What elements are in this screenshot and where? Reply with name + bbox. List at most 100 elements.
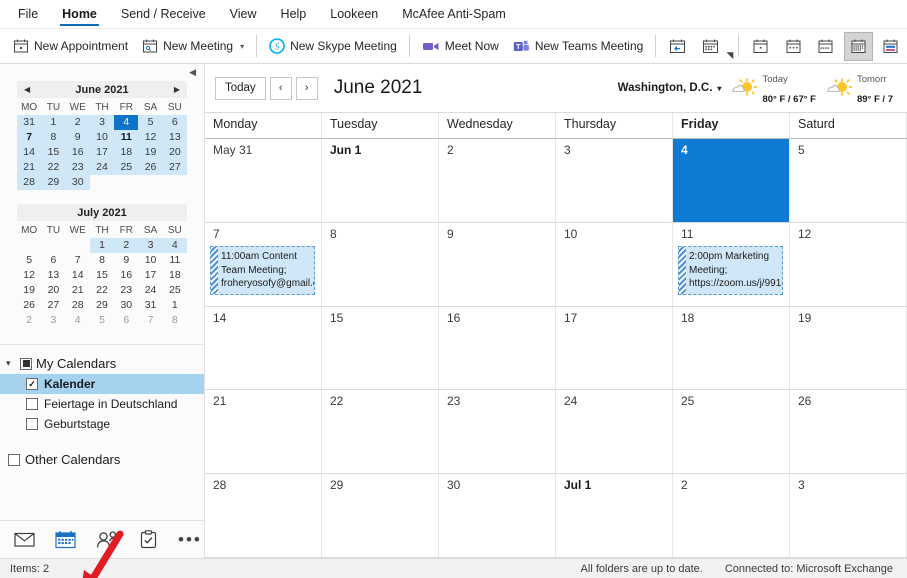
calendar-day-cell[interactable]: 3 (556, 139, 673, 222)
calendar-checkbox-kalender[interactable]: ✓ (26, 378, 38, 390)
mini-calendar-day[interactable]: 6 (114, 313, 138, 328)
calendar-day-cell[interactable]: 30 (439, 474, 556, 557)
calendar-day-cell[interactable]: 16 (439, 307, 556, 390)
mini-calendar-day[interactable]: 1 (90, 238, 114, 253)
mini-calendar-day[interactable]: 2 (114, 238, 138, 253)
mini-calendar-day[interactable]: 9 (66, 130, 90, 145)
mini-calendar-day[interactable]: 30 (66, 175, 90, 190)
calendar-day-cell[interactable]: 23 (439, 390, 556, 473)
month-grid[interactable]: May 31Jun 12345711:00am Content Team Mee… (205, 139, 907, 558)
mini-calendar-day[interactable]: 20 (163, 145, 187, 160)
mini-calendar-day[interactable]: 8 (41, 130, 65, 145)
mini-calendar-day[interactable]: 25 (163, 283, 187, 298)
mini-calendar-day[interactable]: 23 (66, 160, 90, 175)
calendar-day-cell[interactable]: 26 (790, 390, 907, 473)
mini-calendar-day[interactable]: 7 (138, 313, 162, 328)
previous-month-button[interactable]: ‹ (270, 77, 292, 100)
calendar-day-cell[interactable]: 711:00am Content Team Meeting; froheryos… (205, 223, 322, 306)
mini-calendar-day[interactable]: 5 (138, 115, 162, 130)
mini-calendar-day[interactable]: 5 (90, 313, 114, 328)
mini-calendar-day[interactable]: 20 (41, 283, 65, 298)
mini-calendar-day[interactable]: 23 (114, 283, 138, 298)
menu-item-home[interactable]: Home (50, 0, 109, 29)
my-calendars-checkbox[interactable] (20, 358, 32, 370)
mini-calendar-day[interactable]: 8 (90, 253, 114, 268)
other-calendars-checkbox[interactable] (8, 454, 20, 466)
calendar-item-geburtstage[interactable]: Geburtstage (0, 414, 204, 434)
mini-calendar-day[interactable]: 29 (90, 298, 114, 313)
chevron-down-icon[interactable]: ▾ (717, 84, 721, 93)
people-icon[interactable] (96, 531, 119, 549)
work-week-view-button[interactable] (779, 32, 808, 61)
calendar-day-cell[interactable]: 17 (556, 307, 673, 390)
calendar-item-kalender[interactable]: ✓ Kalender (0, 374, 204, 394)
mini-calendar-day[interactable]: 22 (41, 160, 65, 175)
calendar-day-cell[interactable]: May 31 (205, 139, 322, 222)
menu-item-mcafee-anti-spam[interactable]: McAfee Anti-Spam (390, 0, 518, 29)
calendar-day-cell[interactable]: Jul 1 (556, 474, 673, 557)
week-view-button[interactable] (811, 32, 840, 61)
mini-calendar-day[interactable]: 21 (66, 283, 90, 298)
mini-calendar-day[interactable]: 6 (41, 253, 65, 268)
new-appointment-button[interactable]: New Appointment (6, 32, 135, 61)
weather-location-selector[interactable]: Washington, D.C. ▾ (618, 82, 722, 94)
menu-item-view[interactable]: View (218, 0, 269, 29)
tasks-icon[interactable] (139, 530, 158, 549)
new-teams-meeting-button[interactable]: T New Teams Meeting (506, 32, 651, 61)
calendar-day-cell[interactable]: 12 (790, 223, 907, 306)
mini-calendar-day[interactable]: 4 (114, 115, 138, 130)
calendar-day-cell[interactable]: 14 (205, 307, 322, 390)
mini-calendar-day[interactable]: 12 (17, 268, 41, 283)
mini-calendar-day[interactable]: 16 (66, 145, 90, 160)
mini-calendar-day[interactable]: 14 (66, 268, 90, 283)
mini-calendar-day[interactable]: 3 (41, 313, 65, 328)
chevron-down-icon[interactable]: ▾ (6, 358, 16, 369)
schedule-view-button[interactable] (877, 32, 906, 61)
go-to-today-button[interactable] (663, 32, 692, 61)
calendar-day-cell[interactable]: 29 (322, 474, 439, 557)
mini-calendar-day[interactable]: 29 (41, 175, 65, 190)
mini-calendar-day[interactable]: 7 (66, 253, 90, 268)
mini-calendar-day[interactable]: 24 (90, 160, 114, 175)
calendar-day-cell[interactable]: Jun 1 (322, 139, 439, 222)
new-skype-meeting-button[interactable]: S New Skype Meeting (262, 32, 404, 61)
next-7-days-button[interactable] (696, 32, 725, 61)
more-options-button[interactable]: ••• (178, 535, 202, 545)
mini-calendar-day[interactable]: 31 (138, 298, 162, 313)
mini-calendar-day[interactable]: 28 (17, 175, 41, 190)
mini-calendar-day[interactable]: 26 (17, 298, 41, 313)
mini-calendar-day[interactable]: 3 (90, 115, 114, 130)
mini-calendar-day[interactable]: 22 (90, 283, 114, 298)
mini-calendar-day[interactable]: 11 (163, 253, 187, 268)
day-view-button[interactable] (746, 32, 775, 61)
mini-calendar-day[interactable]: 16 (114, 268, 138, 283)
mini-calendar-day[interactable]: 2 (17, 313, 41, 328)
calendar-day-cell[interactable]: 112:00pm Marketing Meeting; https://zoom… (673, 223, 790, 306)
mini-calendar-day[interactable]: 1 (163, 298, 187, 313)
mini-calendar-day[interactable]: 27 (163, 160, 187, 175)
mini-calendar-june-grid[interactable]: 3112345678910111213141516171819202122232… (17, 115, 187, 190)
next-month-button[interactable]: › (296, 77, 318, 100)
mini-calendar-day[interactable]: 28 (66, 298, 90, 313)
mini-calendar-day[interactable]: 13 (163, 130, 187, 145)
my-calendars-group[interactable]: ▾ My Calendars (0, 353, 204, 374)
mini-calendar-day[interactable]: 15 (41, 145, 65, 160)
mail-icon[interactable] (14, 531, 35, 548)
mini-calendar-day[interactable]: 10 (90, 130, 114, 145)
mini-calendar-day[interactable]: 30 (114, 298, 138, 313)
menu-item-lookeen[interactable]: Lookeen (318, 0, 390, 29)
mini-calendar-day[interactable]: 17 (90, 145, 114, 160)
mini-calendar-day[interactable]: 19 (17, 283, 41, 298)
mini-calendar-day[interactable]: 27 (41, 298, 65, 313)
mini-calendar-day[interactable]: 10 (138, 253, 162, 268)
menu-item-help[interactable]: Help (269, 0, 319, 29)
month-view-button[interactable] (844, 32, 873, 61)
mini-calendar-day[interactable]: 2 (66, 115, 90, 130)
calendar-day-cell[interactable]: 4 (673, 139, 790, 222)
menu-item-file[interactable]: File (6, 0, 50, 29)
calendar-day-cell[interactable]: 9 (439, 223, 556, 306)
other-calendars-group[interactable]: Other Calendars (0, 448, 204, 471)
calendar-checkbox-feiertage[interactable] (26, 398, 38, 410)
mini-calendar-day[interactable]: 5 (17, 253, 41, 268)
mini-calendar-day[interactable]: 13 (41, 268, 65, 283)
